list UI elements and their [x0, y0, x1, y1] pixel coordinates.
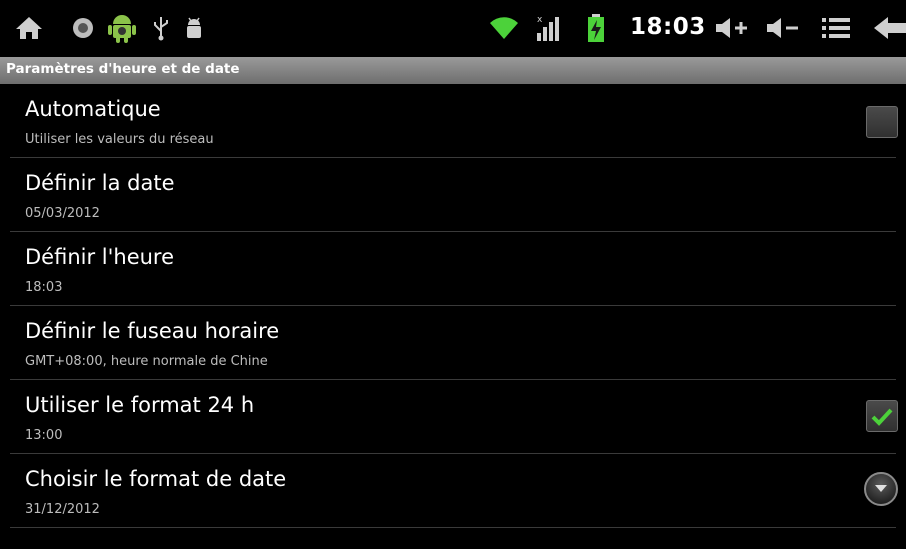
setting-automatic[interactable]: Automatique Utiliser les valeurs du rése… — [0, 84, 906, 158]
checkmark-icon — [871, 408, 893, 426]
date-format-dropdown-button[interactable] — [864, 472, 898, 506]
svg-text:x: x — [537, 15, 543, 25]
setting-title: Définir la date — [25, 171, 175, 195]
debug-icon — [182, 13, 206, 43]
setting-title: Utiliser le format 24 h — [25, 393, 255, 417]
setting-title: Choisir le format de date — [25, 467, 287, 491]
signal-icon: x — [534, 13, 562, 43]
battery-charging-icon — [586, 13, 606, 43]
setting-set-time[interactable]: Définir l'heure 18:03 — [0, 232, 906, 306]
setting-summary: 18:03 — [25, 280, 63, 295]
home-icon[interactable] — [12, 13, 46, 43]
automatic-checkbox[interactable] — [866, 106, 898, 138]
usb-icon — [150, 13, 172, 43]
setting-timezone[interactable]: Définir le fuseau horaire GMT+08:00, heu… — [0, 306, 906, 380]
record-icon — [69, 13, 97, 43]
chevron-down-icon — [875, 485, 887, 492]
setting-title: Définir le fuseau horaire — [25, 319, 280, 343]
android-icon — [106, 13, 138, 43]
setting-summary: GMT+08:00, heure normale de Chine — [25, 354, 268, 369]
setting-summary: 13:00 — [25, 428, 63, 443]
section-header: Paramètres d'heure et de date — [0, 57, 906, 84]
volume-down-icon[interactable] — [764, 13, 802, 43]
volume-up-icon[interactable] — [713, 13, 751, 43]
24h-format-checkbox[interactable] — [866, 400, 898, 432]
divider — [10, 527, 896, 528]
wifi-icon — [487, 13, 521, 43]
menu-icon[interactable] — [818, 13, 854, 43]
setting-24h-format[interactable]: Utiliser le format 24 h 13:00 — [0, 380, 906, 454]
setting-set-date[interactable]: Définir la date 05/03/2012 — [0, 158, 906, 232]
page-title: Paramètres d'heure et de date — [6, 61, 240, 77]
setting-summary: Utiliser les valeurs du réseau — [25, 132, 214, 147]
clock: 18:03 — [630, 14, 706, 40]
setting-summary: 05/03/2012 — [25, 206, 100, 221]
setting-title: Automatique — [25, 97, 161, 121]
back-icon[interactable] — [872, 13, 906, 43]
status-bar: x 18:03 — [0, 0, 906, 57]
setting-summary: 31/12/2012 — [25, 502, 100, 517]
setting-date-format[interactable]: Choisir le format de date 31/12/2012 — [0, 454, 906, 528]
setting-title: Définir l'heure — [25, 245, 175, 269]
